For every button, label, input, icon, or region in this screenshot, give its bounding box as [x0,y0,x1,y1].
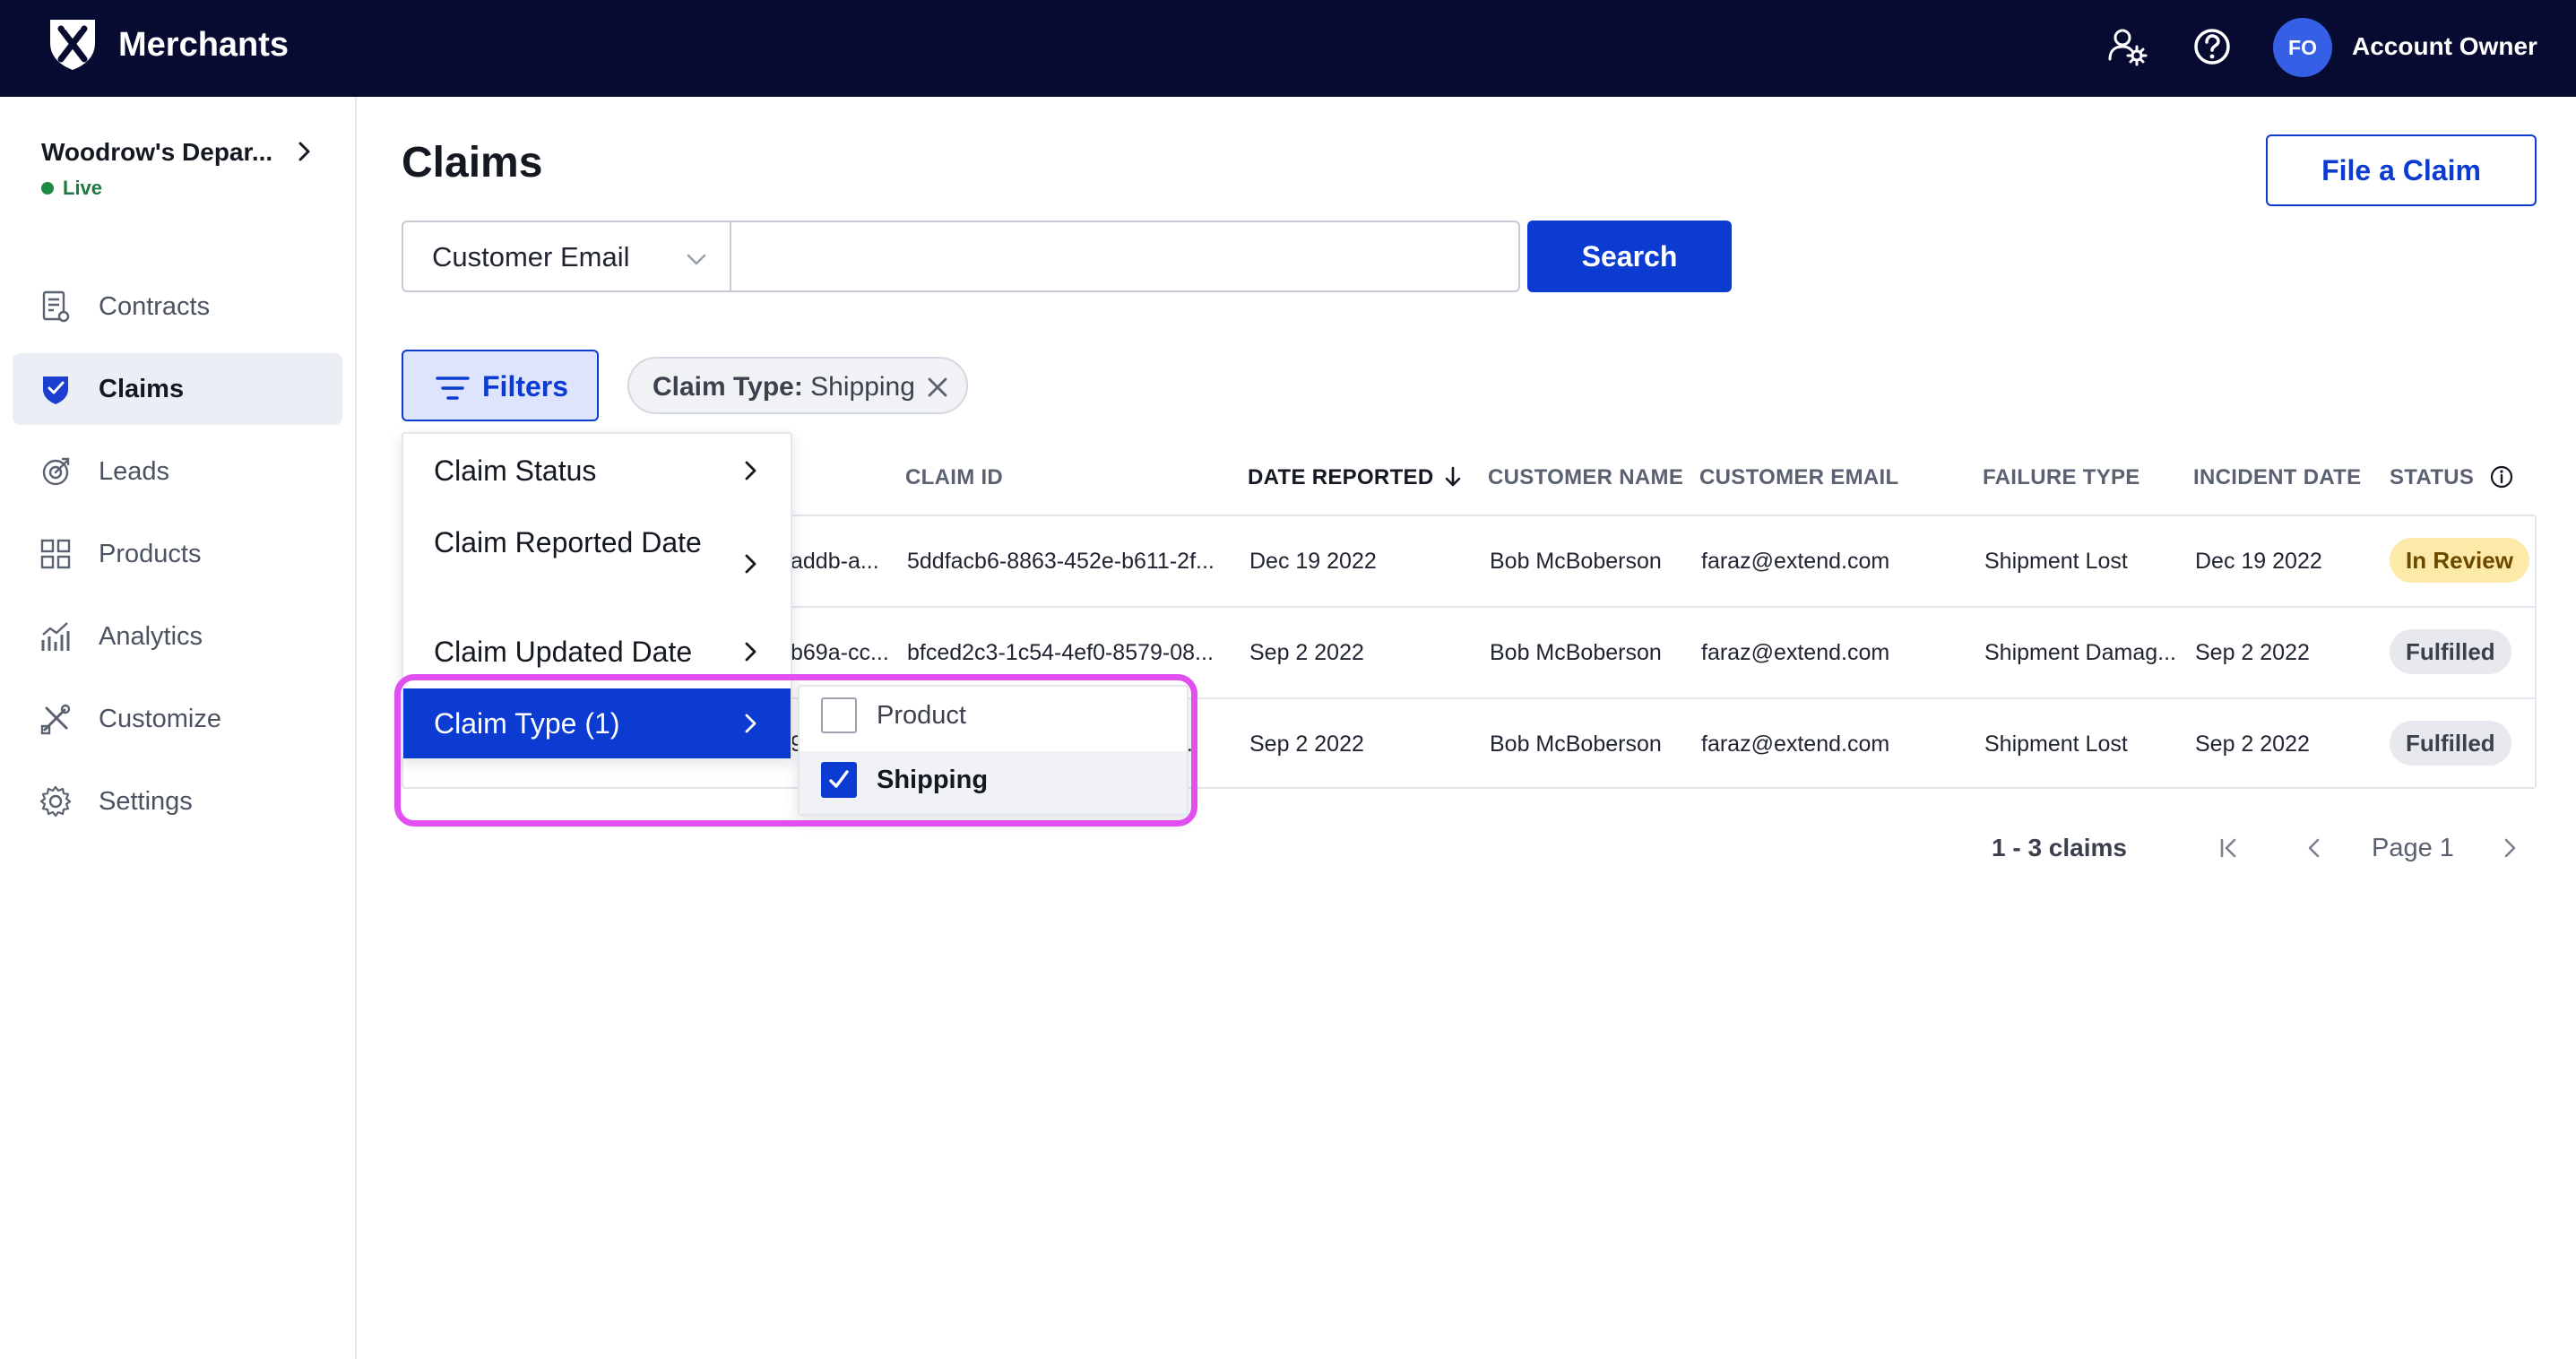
search-field-select[interactable]: Customer Email [402,221,731,292]
analytics-icon [41,622,70,651]
page-title: Claims [402,139,543,186]
arrow-down-icon [1446,466,1461,487]
shield-icon [43,377,68,404]
avatar[interactable]: FO [2273,18,2332,77]
cell-failure-type: Shipment Damag... [1984,640,2176,665]
sidebar-item-label: Contracts [99,292,211,321]
filter-chip-claim-type: Claim Type: Shipping [627,357,968,414]
cell-claim-id: 5ddfacb6-8863-452e-b611-2f... [907,549,1215,574]
close-icon[interactable] [925,375,950,400]
search-button[interactable]: Search [1527,221,1732,292]
account-name[interactable]: Account Owner [2352,30,2537,63]
help-icon[interactable] [2189,23,2235,70]
chevron-right-icon [745,642,756,662]
highlight-outline [394,674,1197,827]
previous-page-icon[interactable] [2300,834,2329,862]
cell-incident-date: Sep 2 2022 [2195,640,2310,665]
store-name[interactable]: Woodrow's Depar... [41,136,272,169]
cell-customer-name: Bob McBoberson [1490,731,1662,757]
cell-customer-name: Bob McBoberson [1490,549,1662,574]
pagination-page: Page 1 [2372,834,2454,862]
sidebar-item-label: Products [99,540,202,568]
cell-customer-email: faraz@extend.com [1701,640,1890,665]
column-header-date-reported[interactable]: DATE REPORTED [1248,464,1463,491]
status-badge: In Review [2390,538,2529,583]
filter-menu-item-claim-reported-date[interactable]: Claim Reported Date [403,509,791,619]
search-input[interactable] [730,221,1520,292]
filters-button-label: Filters [482,370,569,403]
cell-date-reported: Sep 2 2022 [1249,640,1364,665]
column-header-label: STATUS [2390,465,2475,489]
filter-chip-value: Shipping [810,372,915,402]
sidebar-item-label: Analytics [99,622,203,651]
next-page-icon[interactable] [2495,834,2524,862]
pagination-count: 1 - 3 claims [1992,834,2127,861]
filter-menu-label: Claim Updated Date [434,636,693,668]
sidebar-item-customize[interactable]: Customize [13,683,342,755]
filter-icon [436,377,470,400]
cell-date-reported: Dec 19 2022 [1249,549,1377,574]
chevron-down-icon [687,254,706,265]
gear-icon [39,785,72,818]
brand-name: Merchants [118,26,290,64]
column-header-customer-name[interactable]: CUSTOMER NAME [1488,464,1683,491]
status-badge: Fulfilled [2390,721,2511,766]
top-bar: Merchants FO Account Owner [0,0,2576,97]
sidebar-item-contracts[interactable]: Contracts [13,271,342,342]
column-header-label: DATE REPORTED [1248,465,1434,489]
filter-menu-item-claim-status[interactable]: Claim Status [403,434,791,509]
cell-contract: b69a-cc... [791,640,889,665]
info-icon[interactable] [2489,464,2514,489]
column-header-customer-email[interactable]: CUSTOMER EMAIL [1699,464,1898,491]
sidebar-item-label: Customize [99,705,221,733]
cell-incident-date: Dec 19 2022 [2195,549,2322,574]
sidebar: Woodrow's Depar... Live Contracts Claims… [0,97,357,1359]
search-field-select-value: Customer Email [432,241,630,273]
cell-customer-email: faraz@extend.com [1701,731,1890,757]
filter-chip-key: Claim Type: [653,372,803,402]
filter-menu-label: Claim Status [434,454,597,487]
cell-failure-type: Shipment Lost [1984,549,2128,574]
column-header-failure-type[interactable]: FAILURE TYPE [1983,464,2140,491]
user-settings-icon[interactable] [2103,23,2149,70]
filter-menu-label: Claim Reported Date [434,526,702,558]
sidebar-item-label: Leads [99,457,170,486]
chevron-right-icon [745,461,756,480]
cell-failure-type: Shipment Lost [1984,731,2128,757]
chevron-right-icon [745,554,756,574]
x-logo-icon[interactable] [45,16,100,72]
sidebar-item-label: Claims [99,375,185,403]
first-page-icon[interactable] [2214,834,2243,862]
grid-icon [40,539,71,569]
cell-claim-id: bfced2c3-1c54-4ef0-8579-08... [907,640,1214,665]
status-badge: Fulfilled [2390,629,2511,674]
cell-contract: addb-a... [791,549,879,574]
sidebar-item-claims[interactable]: Claims [13,353,342,425]
column-header-status[interactable]: STATUS [2390,464,2514,491]
sidebar-item-settings[interactable]: Settings [13,766,342,837]
sidebar-item-analytics[interactable]: Analytics [13,601,342,672]
column-header-claim-id[interactable]: CLAIM ID [905,464,1003,491]
tools-icon [40,704,71,735]
chevron-right-icon[interactable] [290,138,317,165]
sidebar-item-leads[interactable]: Leads [13,436,342,507]
filters-button[interactable]: Filters [402,350,599,421]
file-a-claim-button[interactable]: File a Claim [2266,134,2537,206]
column-header-incident-date[interactable]: INCIDENT DATE [2193,464,2361,491]
cell-incident-date: Sep 2 2022 [2195,731,2310,757]
cell-customer-email: faraz@extend.com [1701,549,1890,574]
contract-icon [42,290,70,323]
leads-icon [42,457,70,486]
cell-customer-name: Bob McBoberson [1490,640,1662,665]
sidebar-item-label: Settings [99,787,193,816]
cell-date-reported: Sep 2 2022 [1249,731,1364,757]
filter-chip-text: Claim Type: Shipping [653,371,915,403]
store-status: Live [41,176,102,201]
sidebar-item-products[interactable]: Products [13,518,342,590]
